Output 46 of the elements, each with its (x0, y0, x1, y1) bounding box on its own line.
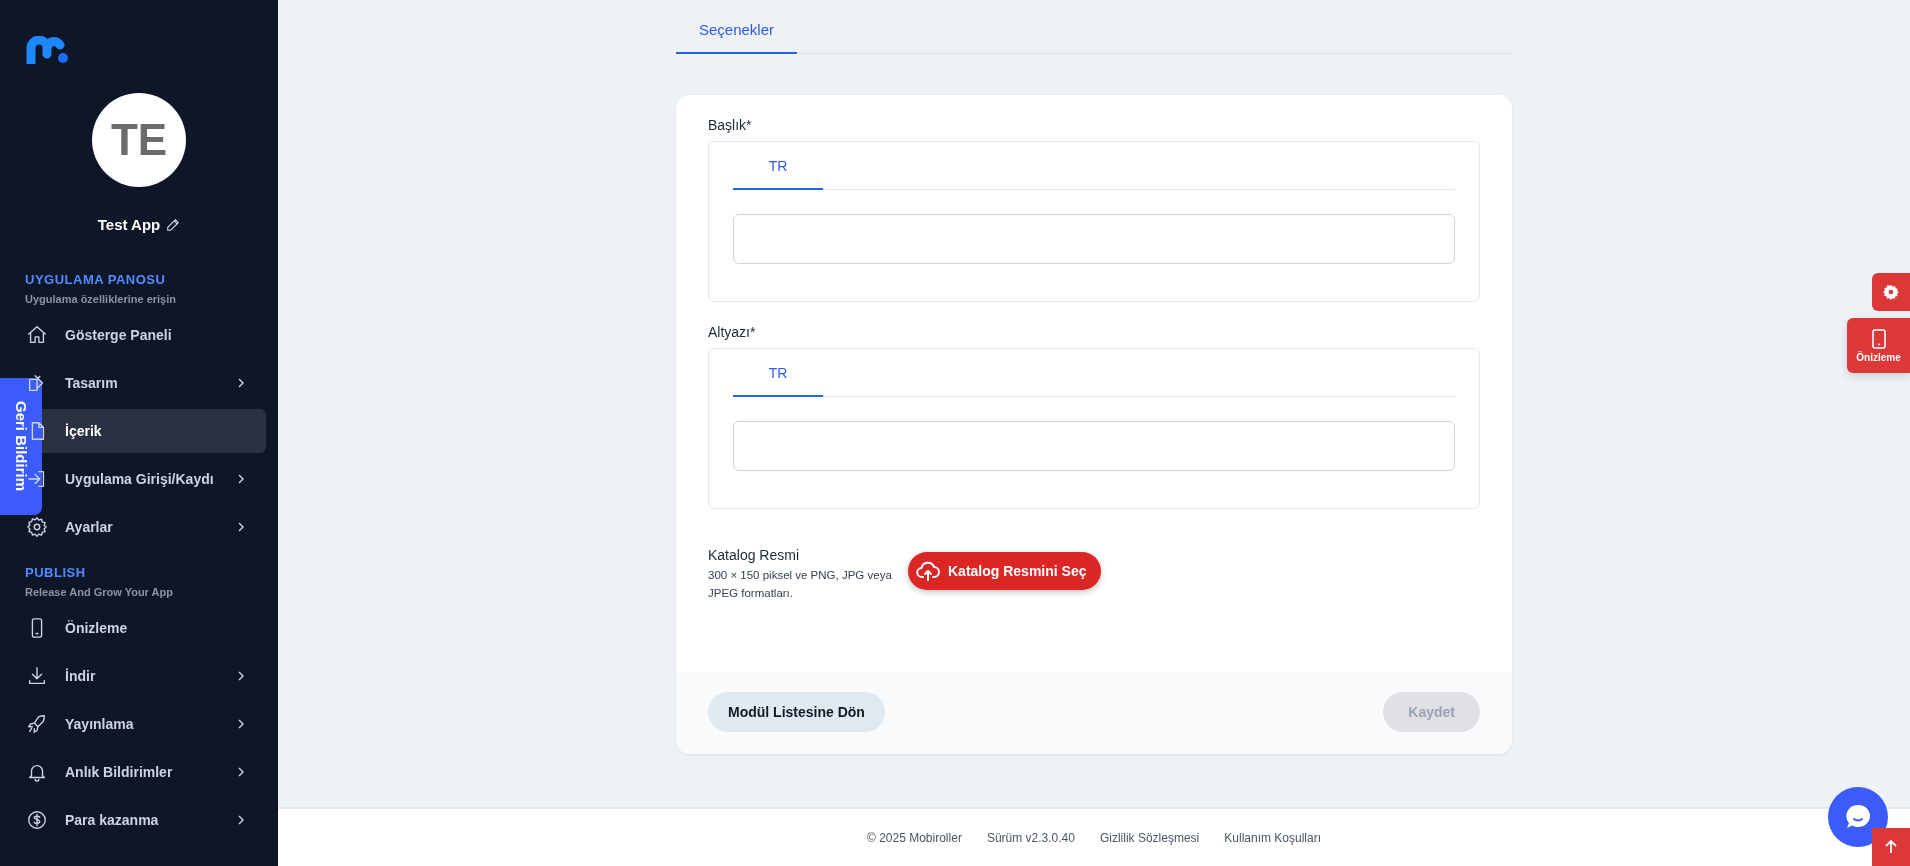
feedback-tab[interactable]: Geri Bildirim (0, 378, 42, 515)
dollar-icon (26, 809, 48, 831)
section-title: UYGULAMA PANOSU (25, 272, 167, 287)
sidebar-item[interactable]: Önizleme (43, 606, 266, 650)
pencil-icon[interactable] (166, 217, 181, 232)
footer-link[interactable]: © 2025 Mobiroller (867, 830, 962, 845)
language-tab[interactable]: TR (733, 353, 823, 397)
section-subtitle: Uygulama özelliklerine erişin (25, 293, 177, 305)
footer-link[interactable]: Sürüm v2.3.0.40 (986, 830, 1075, 845)
sidebar-item[interactable]: Uygulama Girişi/Kaydı (43, 457, 266, 501)
choose-image-button[interactable]: Katalog Resmini Seç (908, 552, 1101, 590)
phone-icon (1871, 328, 1886, 349)
settings-button[interactable] (1872, 273, 1910, 311)
preview-button[interactable]: Önizleme (1847, 318, 1910, 373)
gear-icon (26, 516, 48, 538)
sidebar-item[interactable]: Ayarlar (43, 505, 266, 549)
cloud-upload-icon (916, 560, 940, 582)
section-subtitle: Release And Grow Your App (25, 586, 174, 598)
download-icon (26, 665, 48, 687)
field-label: Altyazı* (708, 324, 757, 340)
image-description: 300 × 150 piksel ve PNG, JPG veya JPEG formatları. (708, 568, 893, 601)
sidebar-item[interactable]: Para kazanma (43, 798, 266, 842)
sidebar-item[interactable]: Tasarım (43, 361, 266, 405)
text-input[interactable] (733, 214, 1455, 264)
scroll-top-button[interactable] (1872, 828, 1910, 866)
avatar: TE (92, 93, 186, 187)
footer-link[interactable]: Gizlilik Sözleşmesi (1099, 830, 1200, 845)
text-input[interactable] (733, 421, 1455, 471)
image-label: Katalog Resmi (708, 547, 801, 563)
sidebar-item[interactable]: Gösterge Paneli (43, 313, 266, 357)
tab[interactable]: Seçenekler (676, 11, 798, 54)
chat-bubble-icon (1844, 803, 1872, 831)
sidebar-item[interactable]: Anlık Bildirimler (43, 750, 266, 794)
language-tab[interactable]: TR (733, 146, 823, 190)
back-button[interactable]: Modül Listesine Dön (708, 692, 885, 732)
sidebar-item[interactable]: İndir (43, 654, 266, 698)
logo-icon[interactable] (25, 36, 69, 64)
footer-link[interactable]: Kullanım Koşulları (1224, 830, 1321, 845)
app-name: Test App (97, 216, 161, 233)
arrow-up-icon (1883, 839, 1899, 855)
rocket-icon (26, 713, 48, 735)
section-title: PUBLISH (25, 565, 87, 580)
field-label: Başlık* (708, 117, 753, 133)
gear-icon (1883, 284, 1899, 300)
house-icon (26, 324, 48, 346)
sidebar-item[interactable]: Yayınlama (43, 702, 266, 746)
